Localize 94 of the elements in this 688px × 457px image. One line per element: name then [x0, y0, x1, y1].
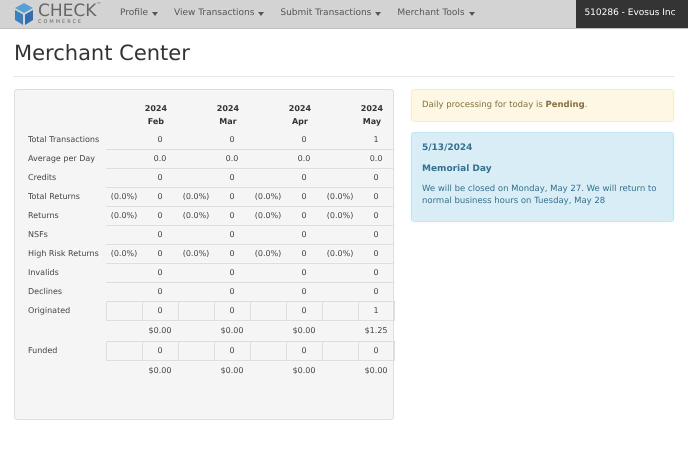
account-menu[interactable]: 510286 - Evosus Inc — [576, 0, 688, 28]
percent-value: (0.0%) — [254, 192, 282, 202]
percent-value: (0.0%) — [254, 211, 282, 220]
count-value: 0 — [374, 346, 379, 356]
amount-value: $0.00 — [364, 366, 388, 376]
count-value: 0 — [301, 306, 307, 316]
row-label: NSFs — [28, 226, 106, 245]
notice-title: Memorial Day — [422, 162, 493, 176]
count-value: 0 — [301, 268, 307, 278]
count-value: 0 — [157, 287, 163, 296]
count-value: 0 — [157, 192, 163, 202]
count-value: 0 — [157, 346, 163, 356]
nav-menu[interactable]: Profile — [112, 7, 166, 21]
row-label: Total Returns — [28, 188, 106, 207]
percent-value: (0.0%) — [326, 192, 354, 202]
count-value: 0 — [157, 249, 163, 258]
percent-value: (0.0%) — [110, 249, 138, 258]
amount-value: $0.00 — [148, 366, 172, 376]
count-value: 1 — [374, 135, 379, 144]
percent-value: (0.0%) — [326, 211, 354, 220]
count-value: 0 — [301, 287, 307, 296]
nav-menu[interactable]: View Transactions — [166, 7, 272, 21]
count-value: 0 — [157, 230, 163, 240]
processing-alert: Daily processing for today is Pending. — [411, 89, 674, 122]
page-title: Merchant Center — [14, 40, 191, 66]
percent-value: (0.0%) — [110, 211, 138, 220]
caret-icon — [152, 12, 158, 16]
count-value: 0 — [229, 346, 235, 356]
row-label: Credits — [28, 168, 106, 188]
notice-date: 5/13/2024 — [422, 142, 474, 155]
logo-wordmark: CHECK — [38, 3, 96, 20]
count-value: 0 — [229, 306, 235, 316]
percent-value: (0.0%) — [182, 192, 210, 202]
notice-body: We will be closed on Monday, May 27. We will return to normal business hours on Tuesday, May 28 — [422, 183, 658, 207]
percent-value: (0.0%) — [254, 249, 282, 258]
count-value: 0 — [374, 192, 379, 202]
count-value: 0 — [229, 268, 235, 278]
count-value: 0 — [374, 268, 379, 278]
row-label: Average per Day — [28, 150, 106, 169]
nav-menu[interactable]: Merchant Tools — [389, 7, 483, 21]
row-label: Returns — [28, 206, 106, 226]
count-value: 0 — [229, 173, 235, 182]
count-value: 0 — [301, 211, 307, 220]
column-header: 2024 Feb — [144, 103, 168, 128]
amount-value: $0.00 — [220, 366, 244, 376]
count-value: 0 — [301, 192, 307, 202]
percent-value: (0.0%) — [110, 192, 138, 202]
count-value: 1 — [374, 306, 379, 316]
count-value: 0 — [374, 287, 379, 296]
count-value: 0 — [301, 230, 307, 240]
count-value: 0.0 — [370, 154, 382, 164]
count-value: 0 — [229, 287, 235, 296]
count-value: 0 — [229, 230, 235, 240]
count-value: 0 — [157, 268, 163, 278]
count-value: 0 — [229, 192, 235, 202]
column-header: 2024 May — [360, 103, 384, 128]
percent-value: (0.0%) — [182, 249, 210, 258]
row-label: Declines — [28, 282, 106, 302]
column-header: 2024 Mar — [216, 103, 240, 128]
caret-icon — [258, 12, 264, 16]
percent-value: (0.0%) — [182, 211, 210, 220]
amount-value: $0.00 — [148, 326, 172, 336]
percent-value: (0.0%) — [326, 249, 354, 258]
row-label: Funded — [28, 342, 106, 361]
count-value: 0.0 — [298, 154, 310, 164]
count-value: 0 — [301, 346, 307, 356]
count-value: 0 — [374, 211, 379, 220]
count-value: 0 — [229, 135, 235, 144]
caret-icon — [375, 12, 382, 16]
nav-menu[interactable]: Submit Transactions — [272, 7, 390, 21]
count-value: 0 — [374, 230, 379, 240]
count-value: 0 — [301, 173, 307, 182]
count-value: 0 — [157, 211, 163, 220]
count-value: 0 — [301, 249, 307, 258]
count-value: 0 — [157, 135, 163, 144]
row-label: High Risk Returns — [28, 244, 106, 264]
count-value: 0 — [229, 249, 235, 258]
count-value: 0 — [301, 135, 307, 144]
row-label: Invalids — [28, 264, 106, 283]
count-value: 0.0 — [226, 154, 238, 164]
amount-value: $0.00 — [292, 366, 316, 376]
count-value: 0.0 — [154, 154, 166, 164]
amount-value: $0.00 — [220, 326, 244, 336]
count-value: 0 — [374, 173, 379, 182]
amount-value: $1.25 — [364, 326, 388, 336]
count-value: 0 — [229, 211, 235, 220]
count-value: 0 — [374, 249, 379, 258]
count-value: 0 — [157, 306, 163, 316]
column-header: 2024 Apr — [288, 103, 312, 128]
row-label: Originated — [28, 302, 106, 321]
caret-icon — [468, 12, 475, 16]
count-value: 0 — [157, 173, 163, 182]
amount-value: $0.00 — [292, 326, 316, 336]
row-label: Total Transactions — [28, 131, 106, 150]
